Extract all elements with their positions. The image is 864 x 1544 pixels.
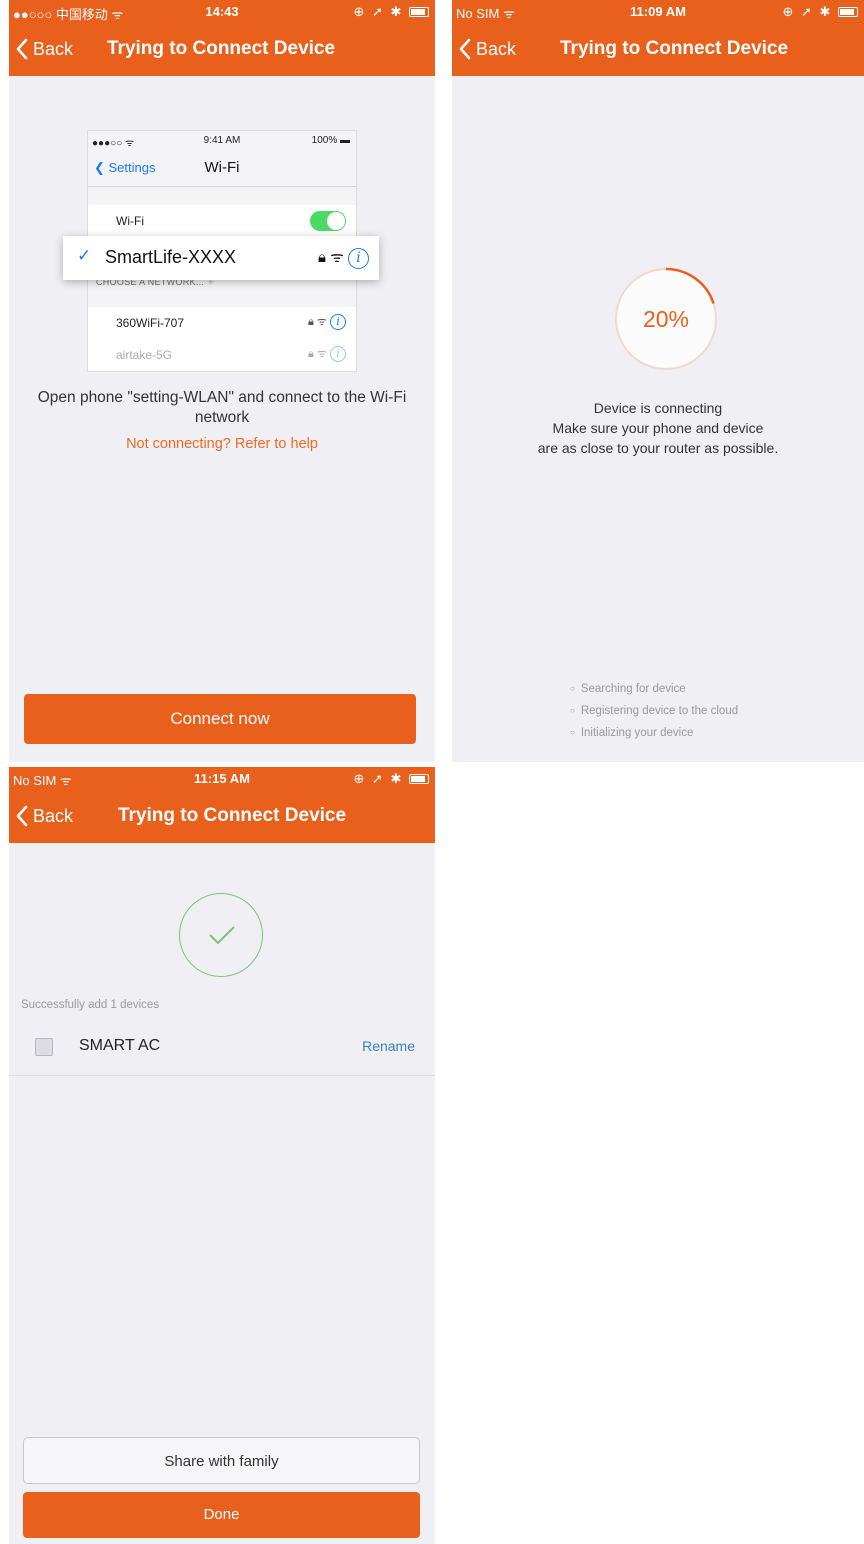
info-icon: i — [348, 247, 369, 269]
illustration-status-bar: ●●●○○ ᯤ 9:41 AM 100% ▬ — [92, 135, 350, 149]
page-title: Trying to Connect Device — [118, 805, 347, 826]
instruction-text: Open phone "setting-WLAN" and connect to… — [37, 389, 407, 426]
battery-icon — [838, 7, 858, 17]
lock-icon: 🔒︎ — [317, 249, 326, 266]
nav-bar: Back Trying to Connect Device — [9, 789, 435, 843]
back-label: Back — [33, 805, 74, 826]
lock-icon: 🔒︎ — [307, 348, 314, 360]
network-row: airtake-5G 🔒︎ ᯤ i — [88, 339, 356, 371]
lock-icon: 🔒︎ — [307, 316, 314, 328]
checkmark-icon — [209, 926, 235, 945]
connection-steps: Searching for device Registering device … — [570, 678, 738, 744]
device-row: SMART AC Rename — [9, 1021, 435, 1076]
nav-bar: Back Trying to Connect Device — [452, 22, 864, 76]
connect-now-button[interactable]: Connect now — [24, 694, 416, 744]
step-item: Searching for device — [570, 678, 738, 700]
status-bar: ●●○○○ 中国移动 ᯤ 14:43 ⊕ ➚ ✱ — [9, 0, 435, 22]
device-checkbox[interactable] — [35, 1038, 53, 1056]
back-button[interactable]: Back — [15, 22, 73, 76]
connecting-message: Device is connecting Make sure your phon… — [537, 400, 779, 456]
battery-icon — [409, 774, 429, 784]
wifi-icon: ᯤ — [330, 249, 344, 266]
selected-network-name: SmartLife-XXXX — [105, 247, 237, 267]
status-bar: No SIM ᯤ 11:15 AM ⊕ ➚ ✱ — [9, 767, 435, 789]
status-bar: No SIM ᯤ 11:09 AM ⊕ ➚ ✱ — [452, 0, 864, 22]
share-with-family-button[interactable]: Share with family — [23, 1437, 420, 1484]
info-icon: i — [330, 346, 346, 363]
progress-ring: 20% — [613, 266, 719, 372]
wifi-icon: ᯤ — [316, 316, 327, 328]
step-item: Registering device to the cloud — [570, 700, 738, 722]
wifi-toggle-row: Wi-Fi — [88, 205, 356, 237]
chevron-left-icon — [459, 38, 471, 60]
selected-network-row: ✓ SmartLife-XXXX 🔒︎ ᯤ i — [63, 236, 379, 280]
nav-bar: Back Trying to Connect Device — [9, 22, 435, 76]
chevron-left-icon — [16, 805, 28, 827]
checkmark-icon: ✓ — [77, 246, 92, 265]
info-icon: i — [330, 314, 346, 331]
status-icons: ⊕ ➚ ✱ — [353, 4, 429, 20]
screen-connect-wifi: ●●○○○ 中国移动 ᯤ 14:43 ⊕ ➚ ✱ Back Trying to … — [9, 0, 435, 762]
help-link[interactable]: Not connecting? Refer to help — [9, 436, 435, 452]
back-button[interactable]: Back — [15, 789, 73, 843]
back-label: Back — [33, 38, 74, 59]
screen-connecting: No SIM ᯤ 11:09 AM ⊕ ➚ ✱ Back Trying to C… — [452, 0, 864, 762]
wifi-icon: ᯤ — [316, 348, 327, 360]
success-icon — [179, 893, 263, 977]
back-button[interactable]: Back — [458, 22, 516, 76]
screen-success: No SIM ᯤ 11:15 AM ⊕ ➚ ✱ Back Trying to C… — [9, 767, 435, 1544]
done-button[interactable]: Done — [23, 1492, 420, 1538]
illustration-nav: ❮ Settings Wi-Fi — [88, 151, 356, 187]
page-title: Trying to Connect Device — [560, 38, 789, 59]
illustration-title: Wi-Fi — [204, 159, 240, 176]
chevron-left-icon — [16, 38, 28, 60]
back-label: Back — [476, 38, 517, 59]
status-icons: ⊕ ➚ ✱ — [353, 771, 429, 787]
battery-icon — [409, 7, 429, 17]
status-icons: ⊕ ➚ ✱ — [782, 4, 858, 20]
step-item: Initializing your device — [570, 722, 738, 744]
success-message: Successfully add 1 devices — [21, 999, 160, 1011]
progress-percent: 20% — [642, 306, 690, 332]
rename-link[interactable]: Rename — [362, 1038, 415, 1054]
device-name: SMART AC — [79, 1037, 161, 1054]
page-title: Trying to Connect Device — [107, 38, 336, 59]
network-row: 360WiFi-707 🔒︎ ᯤ i — [88, 307, 356, 339]
wifi-toggle — [310, 211, 346, 231]
